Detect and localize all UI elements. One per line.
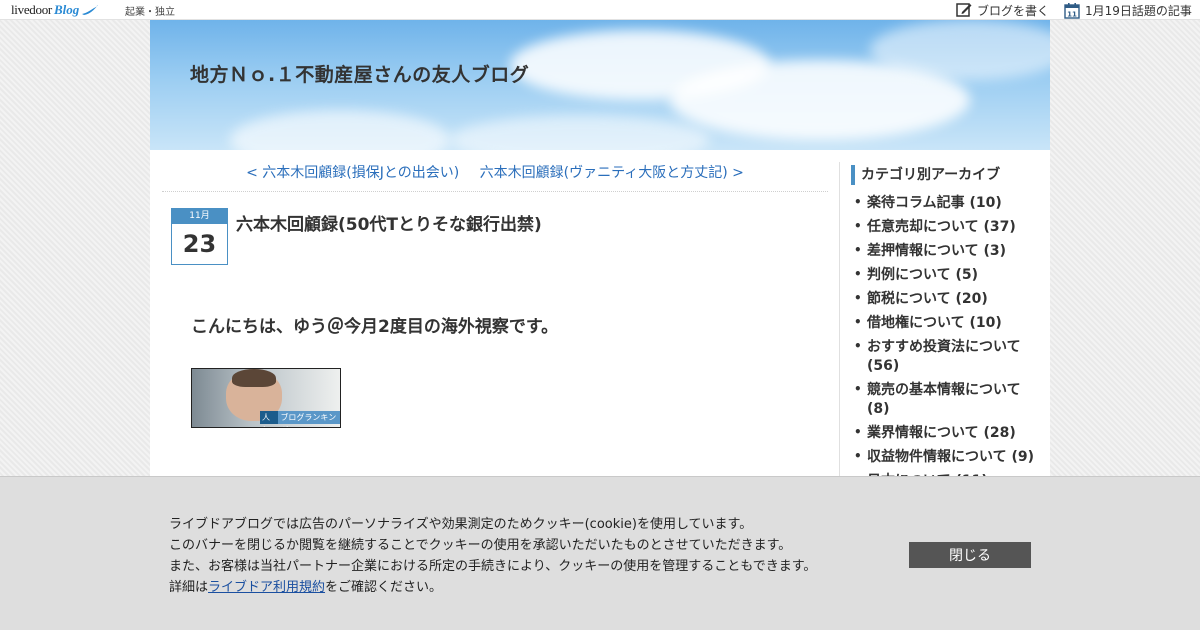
- next-article-link[interactable]: 六本木回顧録(ヴァニティ大阪と方丈記) >: [480, 165, 744, 181]
- category-list: 楽待コラム記事 (10) 任意売却について (37) 差押情報について (3) …: [852, 193, 1044, 496]
- cookie-consent-text: ライブドアブログでは広告のパーソナライズや効果測定のためクッキー(cookie)…: [169, 514, 816, 598]
- category-item[interactable]: 任意売却について (37): [852, 217, 1044, 237]
- topic-articles-link[interactable]: 11 1月19日話題の記事: [1064, 1, 1192, 19]
- category-item[interactable]: 差押情報について (3): [852, 241, 1044, 261]
- category-item[interactable]: 楽待コラム記事 (10): [852, 193, 1044, 213]
- top-bar: livedoor Blog 起業・独立 ブログを書く 11 1月19日話題の記事: [0, 0, 1200, 20]
- calendar-icon: 11: [1064, 2, 1080, 19]
- cookie-line-1: ライブドアブログでは広告のパーソナライズや効果測定のためクッキー(cookie)…: [169, 517, 753, 532]
- livedoor-blog-logo[interactable]: livedoor Blog: [11, 1, 99, 19]
- ranking-badge: 人気 ブログランキング: [260, 411, 340, 427]
- date-day: 23: [182, 230, 217, 258]
- logo-livedoor-text: livedoor: [11, 2, 52, 17]
- write-blog-label: ブログを書く: [977, 3, 1050, 18]
- ranking-badge-popular: 人気: [260, 411, 279, 427]
- terms-of-use-link[interactable]: ライブドア利用規約: [208, 580, 325, 595]
- category-item[interactable]: 競売の基本情報について (8): [852, 380, 1044, 419]
- category-item[interactable]: 収益物件情報について (9): [852, 447, 1044, 467]
- article-date-badge: 11月 23: [171, 208, 228, 265]
- blog-ranking-banner[interactable]: 人気 ブログランキング: [191, 368, 341, 428]
- category-item[interactable]: 判例について (5): [852, 265, 1044, 285]
- ranking-badge-label: ブログランキング: [278, 411, 340, 427]
- date-month: 11月: [172, 209, 227, 224]
- category-archive-heading: カテゴリ別アーカイブ: [851, 165, 1000, 185]
- article-greeting: こんにちは、ゆう＠今月2度目の海外視察です。: [191, 317, 559, 337]
- cookie-line-4: 詳細はライブドア利用規約をご確認ください。: [169, 577, 816, 598]
- article-prev-next-nav: < 六本木回顧録(損保Jとの出会い) 六本木回顧録(ヴァニティ大阪と方丈記) >: [162, 162, 828, 192]
- pencil-square-icon: [956, 3, 972, 17]
- logo-blog-text: Blog: [53, 2, 80, 17]
- cookie-line-4-prefix: 詳細は: [169, 580, 209, 595]
- bird-logo-icon: [82, 5, 99, 15]
- topic-articles-label: 1月19日話題の記事: [1085, 3, 1192, 18]
- cookie-close-button[interactable]: 閉じる: [909, 542, 1031, 568]
- cookie-line-2: このバナーを閉じるか閲覧を継続することでクッキーの使用を承認いただいたものとさせ…: [169, 538, 792, 553]
- category-item[interactable]: 借地権について (10): [852, 313, 1044, 333]
- cookie-line-3: また、お客様は当社パートナー企業における所定の手続きにより、クッキーの使用を管理…: [169, 559, 817, 574]
- calendar-day-number: 11: [1067, 10, 1077, 18]
- header-cloud: [450, 115, 710, 150]
- cookie-line-4-suffix: をご確認ください。: [325, 580, 443, 595]
- header-cloud: [230, 110, 450, 150]
- blog-header: 地方Ｎｏ.１不動産屋さんの友人ブログ: [150, 20, 1050, 150]
- article-title[interactable]: 六本木回顧録(50代Tとりそな銀行出禁): [236, 210, 542, 235]
- category-item[interactable]: おすすめ投資法について (56): [852, 337, 1044, 376]
- category-item[interactable]: 節税について (20): [852, 289, 1044, 309]
- prev-article-link[interactable]: < 六本木回顧録(損保Jとの出会い): [246, 165, 459, 181]
- category-item[interactable]: 業界情報について (28): [852, 423, 1044, 443]
- write-blog-link[interactable]: ブログを書く: [956, 1, 1049, 19]
- banner-baby-hair: [232, 369, 276, 387]
- blog-title[interactable]: 地方Ｎｏ.１不動産屋さんの友人ブログ: [190, 60, 529, 87]
- cookie-consent-banner: ライブドアブログでは広告のパーソナライズや効果測定のためクッキー(cookie)…: [0, 476, 1200, 630]
- blog-category-label[interactable]: 起業・独立: [125, 3, 175, 18]
